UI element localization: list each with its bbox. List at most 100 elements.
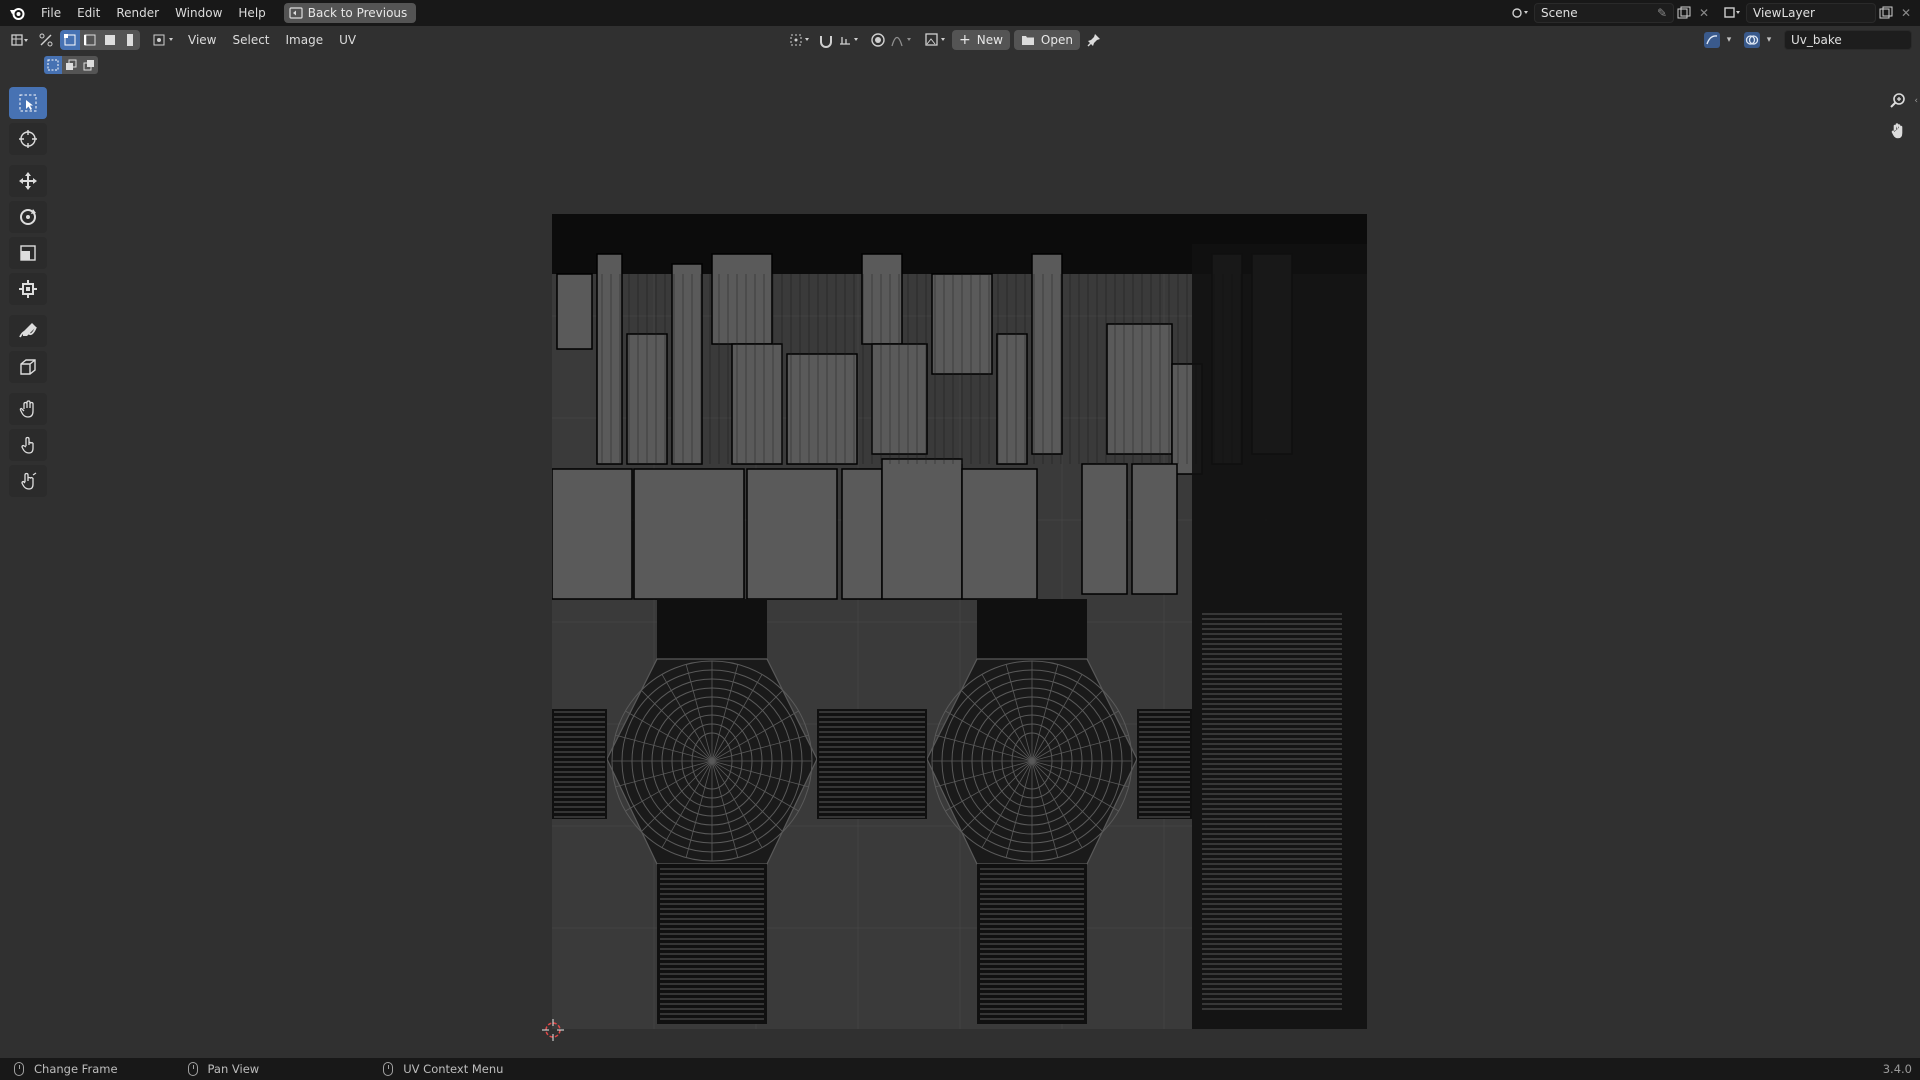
uv-island bbox=[786, 353, 858, 465]
vertex-select-icon[interactable] bbox=[60, 30, 80, 50]
sync-selection-icon[interactable] bbox=[36, 30, 56, 50]
version-label: 3.4.0 bbox=[1882, 1062, 1912, 1076]
rip-region-tool-icon[interactable] bbox=[9, 351, 47, 383]
open-image-button[interactable]: Open bbox=[1013, 30, 1080, 50]
uv-island bbox=[731, 343, 783, 465]
tweak-tool-icon[interactable] bbox=[9, 87, 47, 119]
scene-controls: Scene ✎ ✕ ViewLayer ✕ bbox=[1510, 0, 1920, 26]
image-browse-icon[interactable] bbox=[922, 30, 952, 50]
top-menu-bar: File Edit Render Window Help Back to Pre… bbox=[0, 0, 1920, 26]
sticky-selection-icon[interactable] bbox=[150, 30, 180, 50]
screen-back-icon bbox=[289, 7, 303, 19]
uv-map-canvas[interactable] bbox=[552, 214, 1367, 1029]
menu-window[interactable]: Window bbox=[167, 0, 230, 26]
uv-island bbox=[711, 253, 773, 345]
snap-target-icon[interactable] bbox=[836, 30, 864, 50]
pin-icon[interactable]: ✎ bbox=[1657, 6, 1667, 20]
status-pan-view: Pan View bbox=[187, 1062, 260, 1076]
selection-mode-group bbox=[60, 30, 140, 50]
rotate-tool-icon[interactable] bbox=[9, 201, 47, 233]
menu-render[interactable]: Render bbox=[108, 0, 167, 26]
uv-island bbox=[596, 253, 623, 465]
scene-name-field[interactable]: Scene ✎ bbox=[1534, 3, 1674, 23]
uv-island bbox=[961, 468, 1038, 600]
new-image-button[interactable]: + New bbox=[952, 30, 1010, 50]
overlay-toggle-icon[interactable] bbox=[1742, 30, 1762, 50]
uv-island bbox=[871, 343, 928, 455]
status-uv-context: UV Context Menu bbox=[383, 1062, 503, 1076]
uv-island bbox=[881, 458, 963, 600]
open-image-label: Open bbox=[1040, 33, 1073, 47]
gizmo-dropdown-icon[interactable]: ▾ bbox=[1722, 30, 1736, 50]
falloff-curve-icon[interactable] bbox=[888, 30, 918, 50]
uv-editor-header: View Select Image UV + New Open ▾ ▾ Uv_b… bbox=[0, 26, 1920, 54]
status-middle-label: Pan View bbox=[207, 1062, 260, 1076]
status-change-frame: Change Frame bbox=[14, 1062, 118, 1076]
hand-icon[interactable] bbox=[1886, 119, 1910, 143]
uv-island bbox=[861, 253, 903, 345]
uv-island bbox=[633, 468, 745, 600]
back-to-previous-label: Back to Previous bbox=[307, 6, 408, 20]
uv-island-dense bbox=[1192, 244, 1367, 1029]
view-layer-field[interactable]: ViewLayer bbox=[1746, 3, 1876, 23]
proportional-editing-icon[interactable] bbox=[868, 30, 888, 50]
status-bar: Change Frame Pan View UV Context Menu 3.… bbox=[0, 1058, 1920, 1080]
uv-island bbox=[841, 468, 883, 600]
view-layer-name: ViewLayer bbox=[1753, 6, 1815, 20]
uv-island bbox=[671, 263, 703, 465]
blender-logo-icon[interactable] bbox=[9, 5, 25, 21]
uv-island bbox=[996, 333, 1028, 465]
uv-island bbox=[556, 273, 593, 350]
sidebar-toggle-icon[interactable]: ‹ bbox=[1914, 96, 1918, 106]
zoom-icon[interactable] bbox=[1886, 88, 1910, 112]
pinch-tool-icon[interactable] bbox=[9, 465, 47, 497]
snap-icon[interactable] bbox=[816, 30, 836, 50]
move-tool-icon[interactable] bbox=[9, 165, 47, 197]
relax-tool-icon[interactable] bbox=[9, 429, 47, 461]
uv-island bbox=[1081, 463, 1128, 595]
menu-uv[interactable]: UV bbox=[331, 33, 364, 47]
edge-select-icon[interactable] bbox=[80, 30, 100, 50]
cursor-tool-icon[interactable] bbox=[9, 123, 47, 155]
image-name: Uv_bake bbox=[1791, 33, 1842, 47]
face-select-icon[interactable] bbox=[100, 30, 120, 50]
plus-icon: + bbox=[959, 32, 971, 48]
view-layer-browse-icon[interactable] bbox=[1722, 3, 1742, 23]
pin-image-icon[interactable] bbox=[1084, 30, 1104, 50]
menu-help[interactable]: Help bbox=[230, 0, 273, 26]
new-view-layer-icon[interactable] bbox=[1876, 3, 1896, 23]
uv-island bbox=[1031, 253, 1063, 455]
delete-view-layer-icon[interactable]: ✕ bbox=[1896, 3, 1916, 23]
header-center-tools: + New Open bbox=[786, 30, 1104, 50]
menu-edit[interactable]: Edit bbox=[69, 0, 108, 26]
uv-islands bbox=[552, 214, 1367, 1029]
island-select-icon[interactable] bbox=[120, 30, 140, 50]
scale-tool-icon[interactable] bbox=[9, 237, 47, 269]
uv-island bbox=[552, 468, 633, 600]
back-to-previous-button[interactable]: Back to Previous bbox=[283, 3, 417, 23]
pivot-point-icon[interactable] bbox=[786, 30, 816, 50]
2d-cursor-icon[interactable] bbox=[541, 1018, 565, 1042]
menu-view[interactable]: View bbox=[180, 33, 224, 47]
delete-scene-icon[interactable]: ✕ bbox=[1694, 3, 1714, 23]
menu-file[interactable]: File bbox=[33, 0, 69, 26]
new-image-label: New bbox=[976, 33, 1003, 47]
uv-island bbox=[1106, 323, 1173, 455]
menu-image[interactable]: Image bbox=[278, 33, 332, 47]
grab-tool-icon[interactable] bbox=[9, 393, 47, 425]
uv-island bbox=[746, 468, 838, 600]
uv-viewport[interactable] bbox=[0, 54, 1920, 1058]
image-name-field[interactable]: Uv_bake bbox=[1784, 30, 1912, 50]
menu-select[interactable]: Select bbox=[224, 33, 277, 47]
annotate-tool-icon[interactable] bbox=[9, 315, 47, 347]
transform-tool-icon[interactable] bbox=[9, 273, 47, 305]
mouse-right-icon bbox=[383, 1062, 394, 1076]
uv-island-dense bbox=[977, 599, 1087, 659]
gizmo-toggle-icon[interactable] bbox=[1702, 30, 1722, 50]
scene-browse-icon[interactable] bbox=[1510, 3, 1530, 23]
editor-type-icon[interactable] bbox=[10, 30, 30, 50]
overlay-dropdown-icon[interactable]: ▾ bbox=[1762, 30, 1776, 50]
new-scene-icon[interactable] bbox=[1674, 3, 1694, 23]
tool-shelf bbox=[9, 87, 47, 501]
folder-icon bbox=[1021, 36, 1034, 45]
